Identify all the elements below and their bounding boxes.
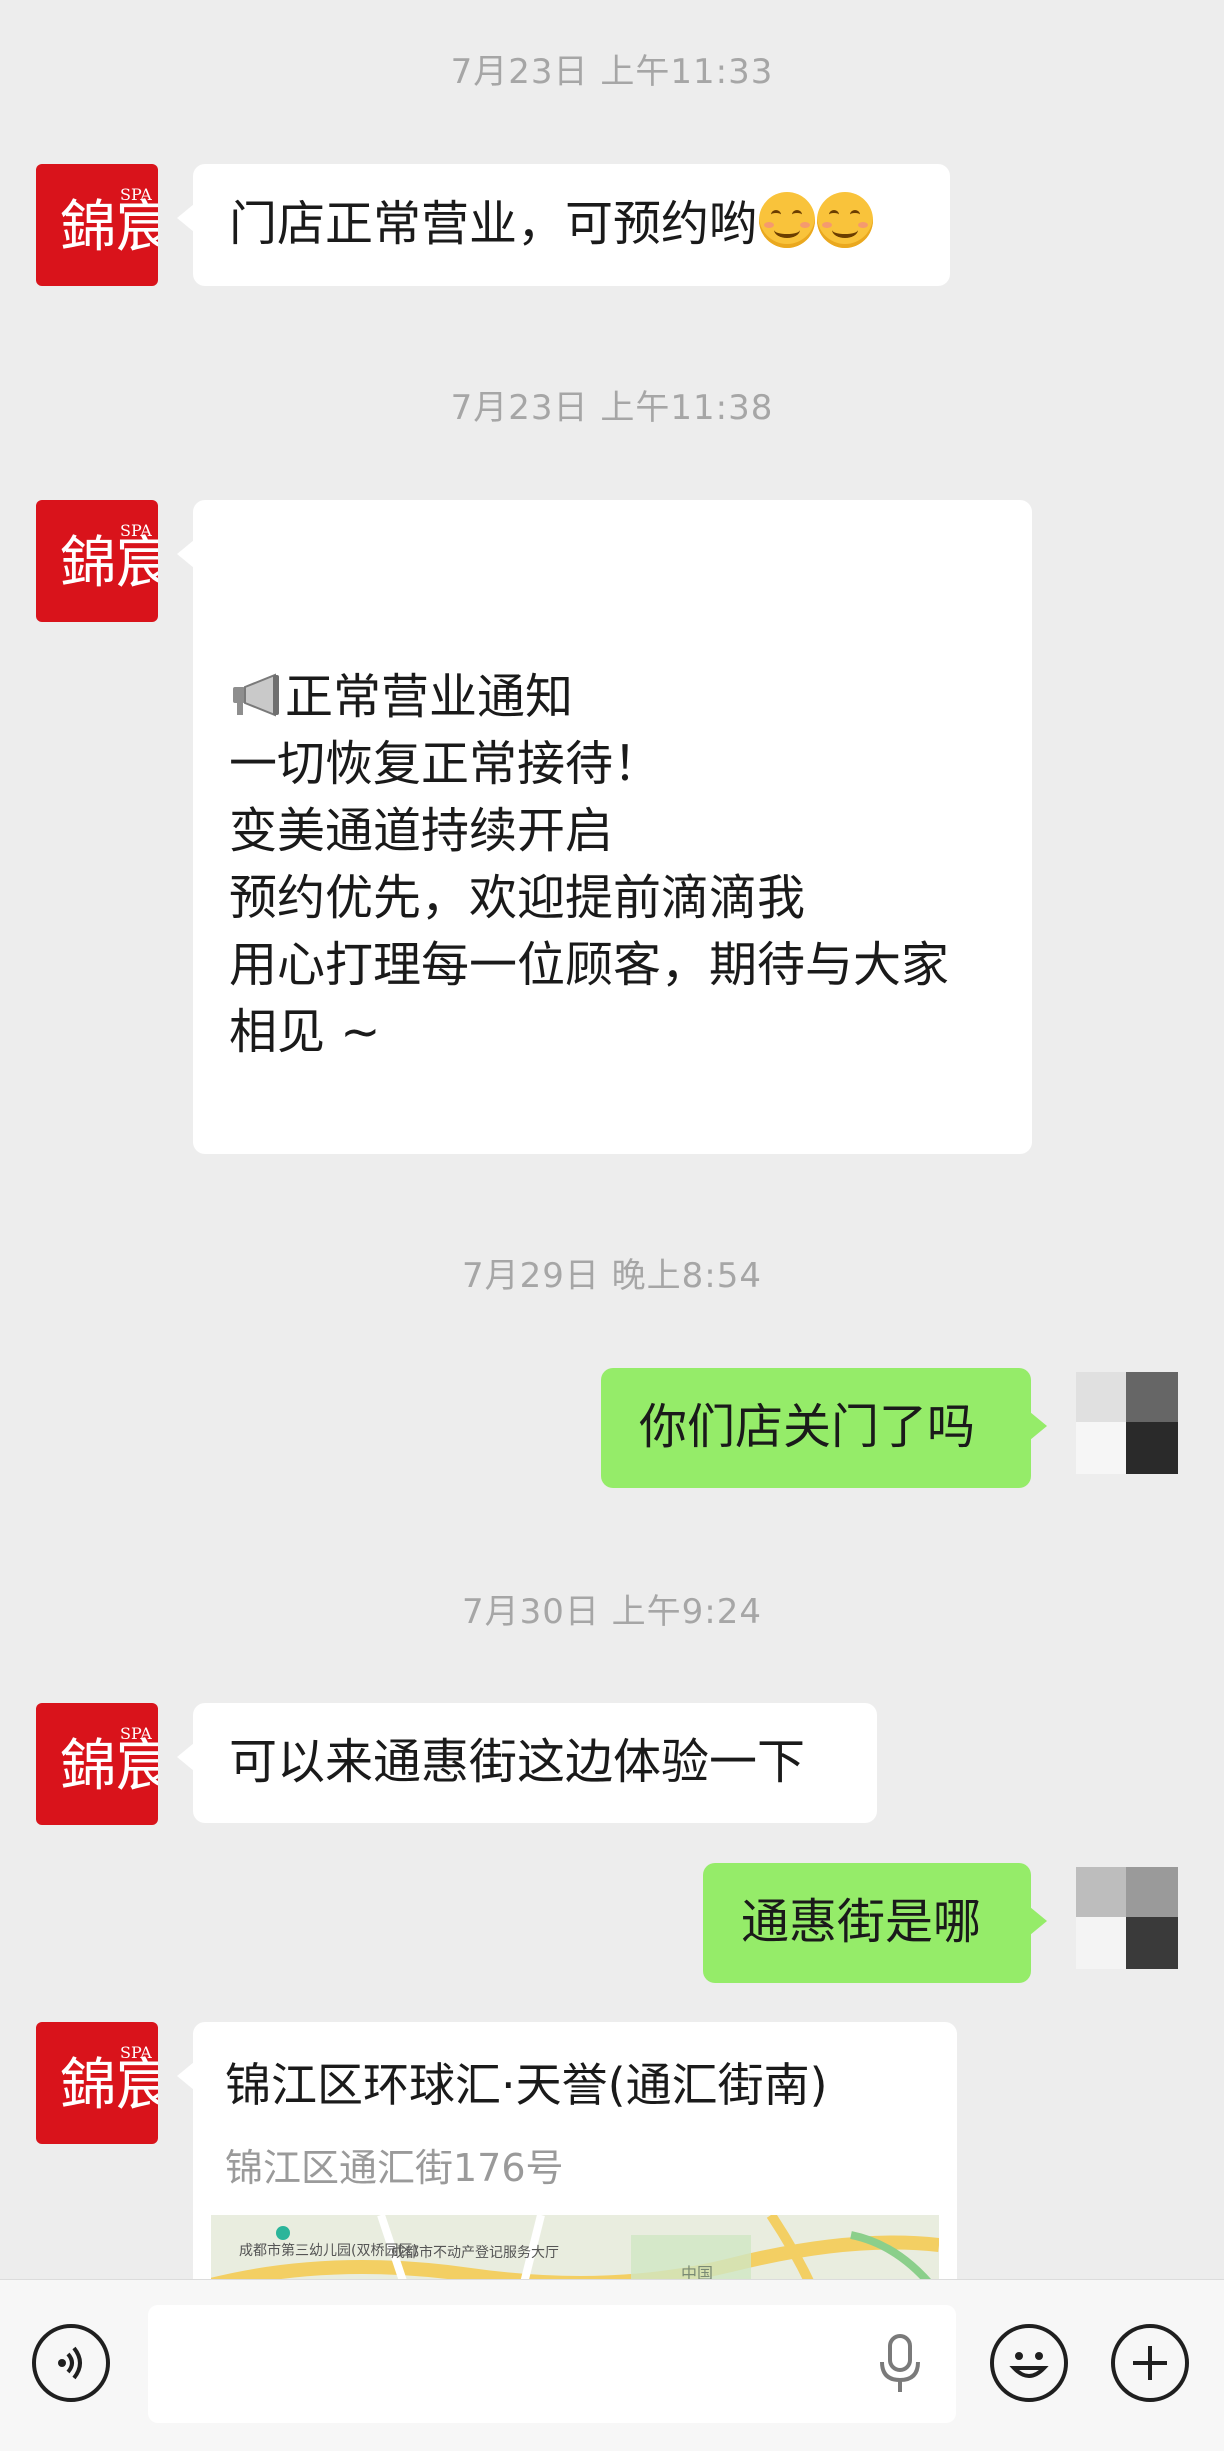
store-logo-icon: 錦宸 SPA	[60, 2043, 158, 2118]
notice-message-bubble[interactable]: 正常营业通知 一切恢复正常接待！ 变美通道持续开启 预约优先，欢迎提前滴滴我 用…	[177, 500, 1032, 1154]
message-text: 变美通道持续开启	[229, 803, 614, 859]
location-address: 锦江区通汇街176号	[225, 2146, 564, 2190]
emoji-button[interactable]	[990, 2324, 1068, 2402]
store-avatar[interactable]: 錦宸 SPA	[36, 2022, 158, 2144]
user-avatar[interactable]	[1066, 1368, 1188, 1490]
message-text: 预约优先，欢迎提前滴滴我	[229, 870, 806, 926]
timestamp: 7月23日 上午11:38	[450, 388, 774, 428]
message-text: 一切恢复正常接待！	[229, 736, 662, 792]
chat-input-bar	[0, 2279, 1224, 2451]
message-bubble[interactable]: 可以来通惠街这边体验一下	[177, 1703, 877, 1823]
svg-text:SPA: SPA	[120, 1724, 152, 1743]
microphone-button[interactable]	[872, 2332, 928, 2396]
voice-icon	[58, 2346, 82, 2380]
user-avatar[interactable]	[1066, 1863, 1188, 1985]
store-logo-icon: 錦宸 SPA	[60, 185, 158, 260]
megaphone-icon	[233, 673, 279, 717]
store-avatar[interactable]: 錦宸 SPA	[36, 1703, 158, 1825]
map-poi-icon	[276, 2226, 290, 2240]
my-message-bubble[interactable]: 通惠街是哪	[703, 1863, 1047, 1983]
svg-text:SPA: SPA	[120, 185, 152, 204]
svg-text:SPA: SPA	[120, 521, 152, 540]
message-text: 相见 ~	[229, 1004, 381, 1060]
store-logo-icon: 錦宸 SPA	[60, 521, 158, 596]
store-avatar[interactable]: 錦宸 SPA	[36, 164, 158, 286]
smiling-face-icon	[817, 192, 874, 248]
message-text: 用心打理每一位顾客，期待与大家	[229, 937, 950, 993]
plus-icon	[1133, 2346, 1167, 2380]
location-title: 锦江区环球汇·天誉(通汇街南)	[225, 2058, 828, 2112]
emoji-icon	[1009, 2352, 1049, 2378]
svg-text:錦宸: 錦宸	[60, 531, 158, 596]
voice-button[interactable]	[32, 2324, 110, 2402]
message-text: 通惠街是哪	[741, 1894, 982, 1950]
smiling-face-icon	[759, 192, 816, 248]
svg-text:錦宸: 錦宸	[60, 2053, 158, 2118]
svg-text:錦宸: 錦宸	[60, 195, 158, 260]
add-more-button[interactable]	[1111, 2324, 1189, 2402]
svg-text:成都市不动产登记服务大厅: 成都市不动产登记服务大厅	[391, 2244, 559, 2261]
svg-text:錦宸: 錦宸	[60, 1734, 158, 1799]
store-logo-icon: 錦宸 SPA	[60, 1724, 158, 1799]
timestamp: 7月23日 上午11:33	[450, 52, 774, 92]
timestamp: 7月29日 晚上8:54	[461, 1256, 763, 1296]
message-text: 可以来通惠街这边体验一下	[229, 1734, 806, 1790]
message-input[interactable]	[148, 2305, 956, 2423]
store-avatar[interactable]: 錦宸 SPA	[36, 500, 158, 622]
microphone-icon	[880, 2334, 920, 2392]
message-text: 正常营业通知	[285, 669, 574, 725]
message-text: 你们店关门了吗	[639, 1399, 976, 1455]
svg-text:SPA: SPA	[120, 2043, 152, 2062]
message-text: 门店正常营业，可预约哟	[229, 196, 758, 252]
timestamp: 7月30日 上午9:24	[461, 1592, 763, 1632]
my-message-bubble[interactable]: 你们店关门了吗	[601, 1368, 1047, 1488]
location-card[interactable]: 锦江区环球汇·天誉(通汇街南) 锦江区通汇街176号 成都市第三幼儿园(双桥园区…	[177, 2022, 957, 2335]
message-bubble[interactable]: 门店正常营业，可预约哟	[177, 164, 950, 286]
